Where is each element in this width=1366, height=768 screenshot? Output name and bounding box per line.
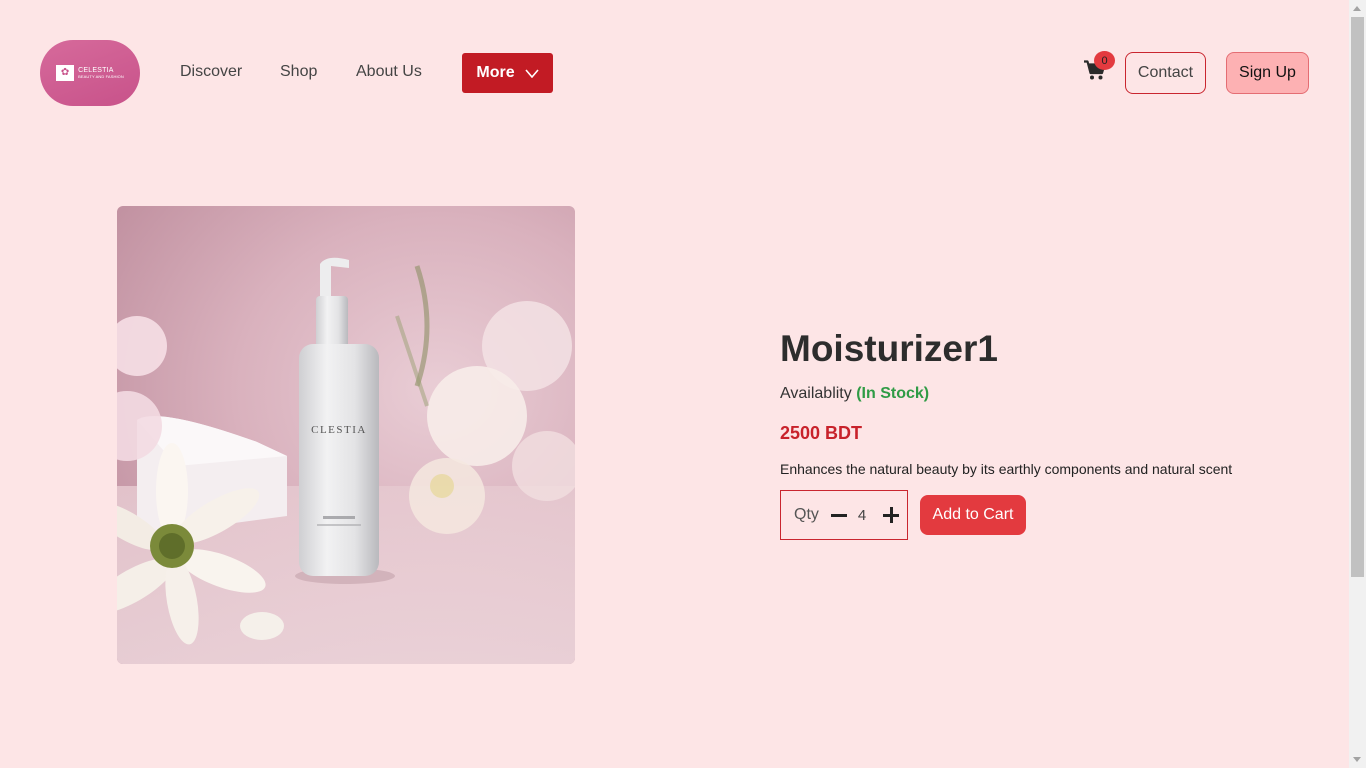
availability: Availablity (In Stock)	[780, 385, 929, 403]
bottle-brand-text: CLESTIA	[311, 424, 367, 436]
nav-about-us[interactable]: About Us	[356, 63, 422, 81]
vertical-scrollbar[interactable]	[1349, 0, 1366, 768]
more-dropdown-button[interactable]: More	[462, 53, 553, 93]
qty-value[interactable]: 4	[848, 507, 876, 524]
product-description: Enhances the natural beauty by its earth…	[780, 461, 1233, 477]
minus-icon[interactable]	[830, 506, 848, 524]
plus-icon[interactable]	[882, 506, 900, 524]
product-price: 2500 BDT	[780, 423, 863, 443]
contact-button[interactable]: Contact	[1125, 52, 1206, 94]
nav-discover[interactable]: Discover	[180, 63, 242, 81]
logo-tagline: BEAUTY AND FASHION	[78, 73, 124, 79]
product-image: CLESTIA	[117, 206, 575, 664]
cart-count-badge: 0	[1094, 51, 1115, 70]
scroll-up-arrow-icon[interactable]	[1353, 6, 1361, 11]
product-photo: CLESTIA	[117, 257, 575, 664]
logo[interactable]: ✿ CELESTIA BEAUTY AND FASHION	[40, 40, 140, 106]
logo-text: CELESTIA BEAUTY AND FASHION	[78, 67, 124, 79]
product-title: Moisturizer1	[780, 328, 998, 369]
stock-status: (In Stock)	[856, 385, 930, 402]
flower-logo-icon: ✿	[56, 65, 75, 81]
more-label: More	[476, 64, 515, 81]
sign-up-button[interactable]: Sign Up	[1226, 52, 1309, 94]
quantity-stepper: Qty 4	[780, 490, 908, 540]
scroll-down-arrow-icon[interactable]	[1353, 757, 1361, 762]
add-to-cart-button[interactable]: Add to Cart	[920, 495, 1026, 535]
chevron-down-icon	[525, 68, 539, 78]
qty-label: Qty	[794, 506, 819, 523]
scrollbar-thumb[interactable]	[1351, 17, 1364, 577]
availability-label: Availablity	[780, 385, 852, 402]
nav-shop[interactable]: Shop	[280, 63, 317, 81]
